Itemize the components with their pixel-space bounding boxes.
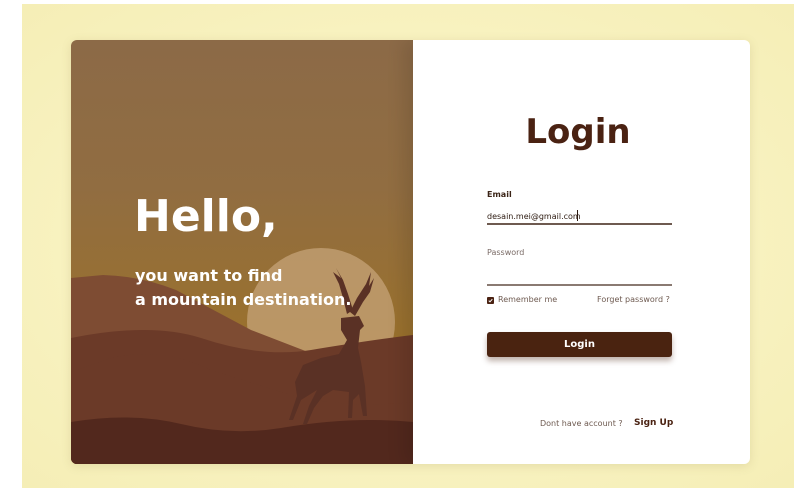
login-card: Hello, you want to find a mountain desti… — [71, 40, 750, 464]
remember-me-label: Remember me — [498, 295, 558, 304]
login-title: Login — [525, 112, 631, 152]
password-label: Password — [487, 248, 525, 257]
hero-tagline-line-2: a mountain destination. — [135, 290, 352, 309]
checkmark-icon[interactable] — [487, 296, 494, 304]
hero-panel: Hello, you want to find a mountain desti… — [71, 40, 413, 464]
mountain-landscape-with-deer-icon — [71, 248, 413, 464]
hero-tagline-line-1: you want to find — [135, 266, 283, 285]
sign-up-link[interactable]: Sign Up — [634, 418, 673, 429]
forget-password-link[interactable]: Forget password ? — [597, 295, 670, 305]
remember-me-checkbox[interactable]: Remember me — [487, 295, 557, 305]
email-label: Email — [487, 190, 512, 199]
login-form-panel: Login Email Password Remember me Forget … — [413, 40, 750, 464]
login-button[interactable]: Login — [487, 332, 672, 357]
hero-greeting: Hello, — [134, 191, 278, 242]
hero-tagline: you want to find a mountain destination. — [135, 264, 405, 312]
text-cursor — [577, 210, 578, 221]
email-field[interactable] — [487, 209, 672, 225]
password-field[interactable] — [487, 270, 672, 286]
no-account-text: Dont have account ? — [540, 419, 623, 428]
